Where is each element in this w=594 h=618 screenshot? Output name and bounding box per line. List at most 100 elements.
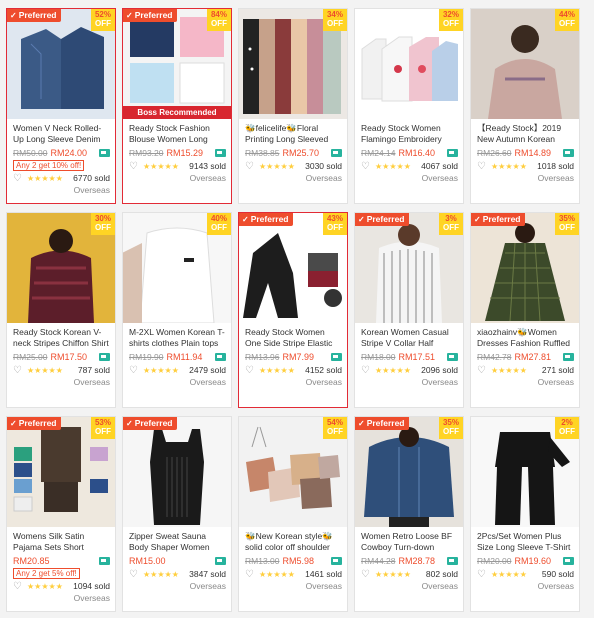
product-image[interactable]: 2% OFF — [471, 417, 579, 527]
product-card[interactable]: ✓ Preferred 84% OFF Boss Recommended Ready S… — [122, 8, 232, 204]
check-icon: ✓ — [10, 419, 17, 428]
product-title[interactable]: Ready Stock Women One Side Stripe Elasti… — [239, 323, 347, 349]
product-card[interactable]: 30% OFF Ready Stock Korean V-neck Stripes… — [6, 212, 116, 408]
rating-stars: ★★★★★ — [491, 162, 527, 171]
sale-price: RM17.50 — [50, 351, 88, 362]
product-image[interactable]: 54% OFF — [239, 417, 347, 527]
product-card[interactable]: 44% OFF 【Ready Stock】2019 New Autumn Kore… — [470, 8, 580, 204]
sold-count: 1018 sold — [537, 161, 574, 171]
heart-icon[interactable]: ♡ — [13, 365, 27, 376]
heart-icon[interactable]: ♡ — [129, 365, 143, 376]
sold-count: 9143 sold — [189, 161, 226, 171]
price-row: RM20.00 RM19.60 — [471, 553, 579, 567]
product-image[interactable]: ✓ Preferred 52% OFF — [7, 9, 115, 119]
product-image[interactable]: ✓ Preferred 3% OFF — [355, 213, 463, 323]
discount-badge: 2% OFF — [555, 417, 579, 439]
product-image[interactable]: 40% OFF — [123, 213, 231, 323]
sale-price: RM15.29 — [166, 147, 204, 158]
sale-price: RM24.00 — [50, 147, 88, 158]
heart-icon[interactable]: ♡ — [13, 581, 27, 592]
meta-row: ♡ ★★★★★ 802 sold — [355, 567, 463, 580]
check-icon: ✓ — [126, 419, 133, 428]
ship-from-location: Overseas — [189, 173, 226, 183]
heart-icon[interactable]: ♡ — [13, 173, 27, 184]
discount-percent: 30% — [94, 214, 111, 223]
product-image[interactable]: 32% OFF — [355, 9, 463, 119]
product-card[interactable]: ✓ Preferred 35% OFF xiaozhainv🐝Women Dresse… — [470, 212, 580, 408]
product-title[interactable]: Womens Silk Satin Pajama Sets Short Slee… — [7, 527, 115, 553]
heart-icon[interactable]: ♡ — [245, 365, 259, 376]
preferred-label: Preferred — [134, 10, 173, 20]
heart-icon[interactable]: ♡ — [245, 569, 259, 580]
original-price: RM44.28 — [361, 555, 396, 566]
product-card[interactable]: ✓ Preferred 53% OFF Womens Silk Satin Pajam… — [6, 416, 116, 612]
product-title[interactable]: Ready Stock Women Flamingo Embroidery Ho… — [355, 119, 463, 145]
product-title[interactable]: 2Pcs/Set Women Plus Size Long Sleeve T-S… — [471, 527, 579, 553]
discount-off-label: OFF — [443, 427, 459, 436]
heart-icon[interactable]: ♡ — [361, 161, 375, 172]
price-row: RM19.90 RM11.94 — [123, 349, 231, 363]
product-card[interactable]: ✓ Preferred 52% OFF Women V Neck Rolled-Up … — [6, 8, 116, 204]
price-row: RM38.85 RM25.70 — [239, 145, 347, 159]
preferred-badge: ✓ Preferred — [239, 213, 293, 226]
product-image[interactable]: ✓ Preferred 35% OFF — [471, 213, 579, 323]
ship-from-location: Overseas — [537, 173, 574, 183]
product-image[interactable]: ✓ Preferred — [123, 417, 231, 527]
product-image[interactable]: 30% OFF — [7, 213, 115, 323]
sold-count: 2096 sold — [421, 365, 458, 375]
discount-badge: 32% OFF — [439, 9, 463, 31]
product-image[interactable]: ✓ Preferred 53% OFF — [7, 417, 115, 527]
product-card[interactable]: 54% OFF 🐝New Korean style🐝solid color off… — [238, 416, 348, 612]
product-card[interactable]: 40% OFF M-2XL Women Korean T-shirts cloth… — [122, 212, 232, 408]
discount-off-label: OFF — [327, 19, 343, 28]
discount-off-label: OFF — [95, 427, 111, 436]
heart-icon[interactable]: ♡ — [129, 569, 143, 580]
ship-from-location: Overseas — [305, 581, 342, 591]
heart-icon[interactable]: ♡ — [245, 161, 259, 172]
product-card[interactable]: 2% OFF 2Pcs/Set Women Plus Size Long Slee… — [470, 416, 580, 612]
product-title[interactable]: Ready Stock Korean V-neck Stripes Chiffo… — [7, 323, 115, 349]
product-card[interactable]: 34% OFF 🐝felicelife🐝Floral Printing Long … — [238, 8, 348, 204]
product-title[interactable]: 【Ready Stock】2019 New Autumn Korean Swea… — [471, 119, 579, 145]
product-card[interactable]: ✓ Preferred 3% OFF Korean Women Casual Stri… — [354, 212, 464, 408]
original-price: RM25.00 — [13, 351, 48, 362]
original-price: RM26.60 — [477, 147, 512, 158]
meta-row: ♡ ★★★★★ 3030 sold — [239, 159, 347, 172]
sold-count: 4152 sold — [305, 365, 342, 375]
product-title[interactable]: Women V Neck Rolled-Up Long Sleeve Denim… — [7, 119, 115, 145]
rating-stars: ★★★★★ — [27, 366, 63, 375]
product-card[interactable]: ✓ Preferred 43% OFF Ready Stock Women One S… — [238, 212, 348, 408]
product-image[interactable]: ✓ Preferred 84% OFF Boss Recommended — [123, 9, 231, 119]
original-price: RM19.90 — [129, 351, 164, 362]
discount-badge: 53% OFF — [91, 417, 115, 439]
product-card[interactable]: ✓ Preferred 35% OFF Women Retro Loose BF Co… — [354, 416, 464, 612]
product-card[interactable]: 32% OFF Ready Stock Women Flamingo Embroi… — [354, 8, 464, 204]
heart-icon[interactable]: ♡ — [477, 365, 491, 376]
product-card[interactable]: ✓ Preferred Zipper Sweat Sauna Body Shape… — [122, 416, 232, 612]
product-image[interactable]: ✓ Preferred 43% OFF — [239, 213, 347, 323]
product-image[interactable]: 44% OFF — [471, 9, 579, 119]
product-title[interactable]: Korean Women Casual Stripe V Collar Half… — [355, 323, 463, 349]
product-image[interactable]: ✓ Preferred 35% OFF — [355, 417, 463, 527]
product-title[interactable]: 🐝felicelife🐝Floral Printing Long Sleeved… — [239, 119, 347, 145]
product-title[interactable]: Women Retro Loose BF Cowboy Turn-down Co… — [355, 527, 463, 553]
discount-percent: 53% — [94, 418, 111, 427]
product-title[interactable]: Zipper Sweat Sauna Body Shaper Women Sli… — [123, 527, 231, 553]
product-title[interactable]: xiaozhainv🐝Women Dresses Fashion Ruffled… — [471, 323, 579, 349]
heart-icon[interactable]: ♡ — [361, 365, 375, 376]
meta-row: ♡ ★★★★★ 787 sold — [7, 363, 115, 376]
heart-icon[interactable]: ♡ — [129, 161, 143, 172]
sold-count: 6770 sold — [73, 173, 110, 183]
discount-badge: 43% OFF — [323, 213, 347, 235]
free-shipping-icon — [99, 557, 110, 565]
product-title[interactable]: M-2XL Women Korean T-shirts clothes Plai… — [123, 323, 231, 349]
discount-badge: 35% OFF — [439, 417, 463, 439]
heart-icon[interactable]: ♡ — [361, 569, 375, 580]
original-price: RM42.78 — [477, 351, 512, 362]
heart-icon[interactable]: ♡ — [477, 161, 491, 172]
product-image[interactable]: 34% OFF — [239, 9, 347, 119]
sale-price: RM17.51 — [398, 351, 436, 362]
heart-icon[interactable]: ♡ — [477, 569, 491, 580]
product-title[interactable]: 🐝New Korean style🐝solid color off should… — [239, 527, 347, 553]
product-title[interactable]: Ready Stock Fashion Blouse Women Long Sl… — [123, 119, 231, 145]
